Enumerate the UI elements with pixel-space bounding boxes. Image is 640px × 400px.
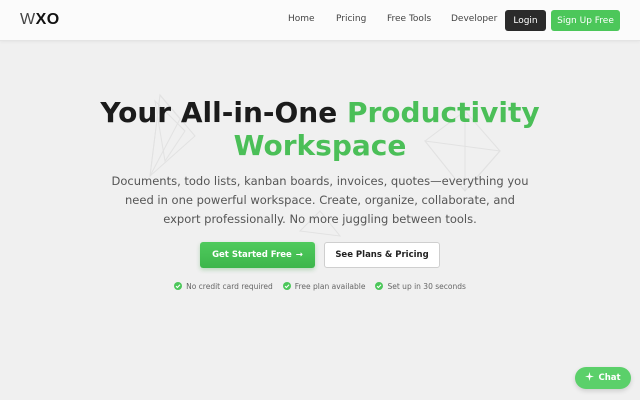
signup-button[interactable]: Sign Up Free [551,10,620,31]
hero-subtitle: Documents, todo lists, kanban boards, in… [111,174,529,226]
check-circle-icon [375,282,384,290]
nav-link-pricing[interactable]: Pricing [336,14,366,24]
logo-xo: XO [35,11,60,28]
logo-w: W [20,11,36,28]
hero-title-accent-1: Productivity [346,96,540,129]
see-plans-button[interactable]: See Plans & Pricing [324,242,440,268]
sparkle-icon [585,372,595,384]
chat-button[interactable]: Chat [575,367,631,389]
hero-title-plain: Your All-in-One [100,96,347,129]
feature-item: No credit card required [174,280,273,292]
check-circle-icon [282,282,291,290]
feature-label: Set up in 30 seconds [387,281,466,291]
feature-label: Free plan available [294,281,366,291]
check-circle-icon [174,282,183,290]
get-started-label: Get Started Free [212,250,292,260]
feature-item: Free plan available [282,280,366,292]
chat-label: Chat [598,373,621,383]
get-started-button[interactable]: Get Started Free → [200,242,315,268]
feature-item: Set up in 30 seconds [375,280,466,292]
feature-label: No credit card required [186,281,273,291]
nav-link-home[interactable]: Home [288,14,315,24]
hero-title-accent-2: Workspace [233,129,407,162]
top-navbar: WXO Home Pricing Free Tools Developer Lo… [0,0,640,41]
arrow-right-icon: → [295,250,303,260]
nav-link-free-tools[interactable]: Free Tools [387,14,431,24]
feature-list: No credit card required Free plan availa… [0,280,640,292]
hero-title: Your All-in-One Productivity Workspace [0,96,640,162]
brand-logo[interactable]: WXO [20,11,60,29]
login-button[interactable]: Login [505,10,546,31]
nav-link-developer[interactable]: Developer [451,14,497,24]
